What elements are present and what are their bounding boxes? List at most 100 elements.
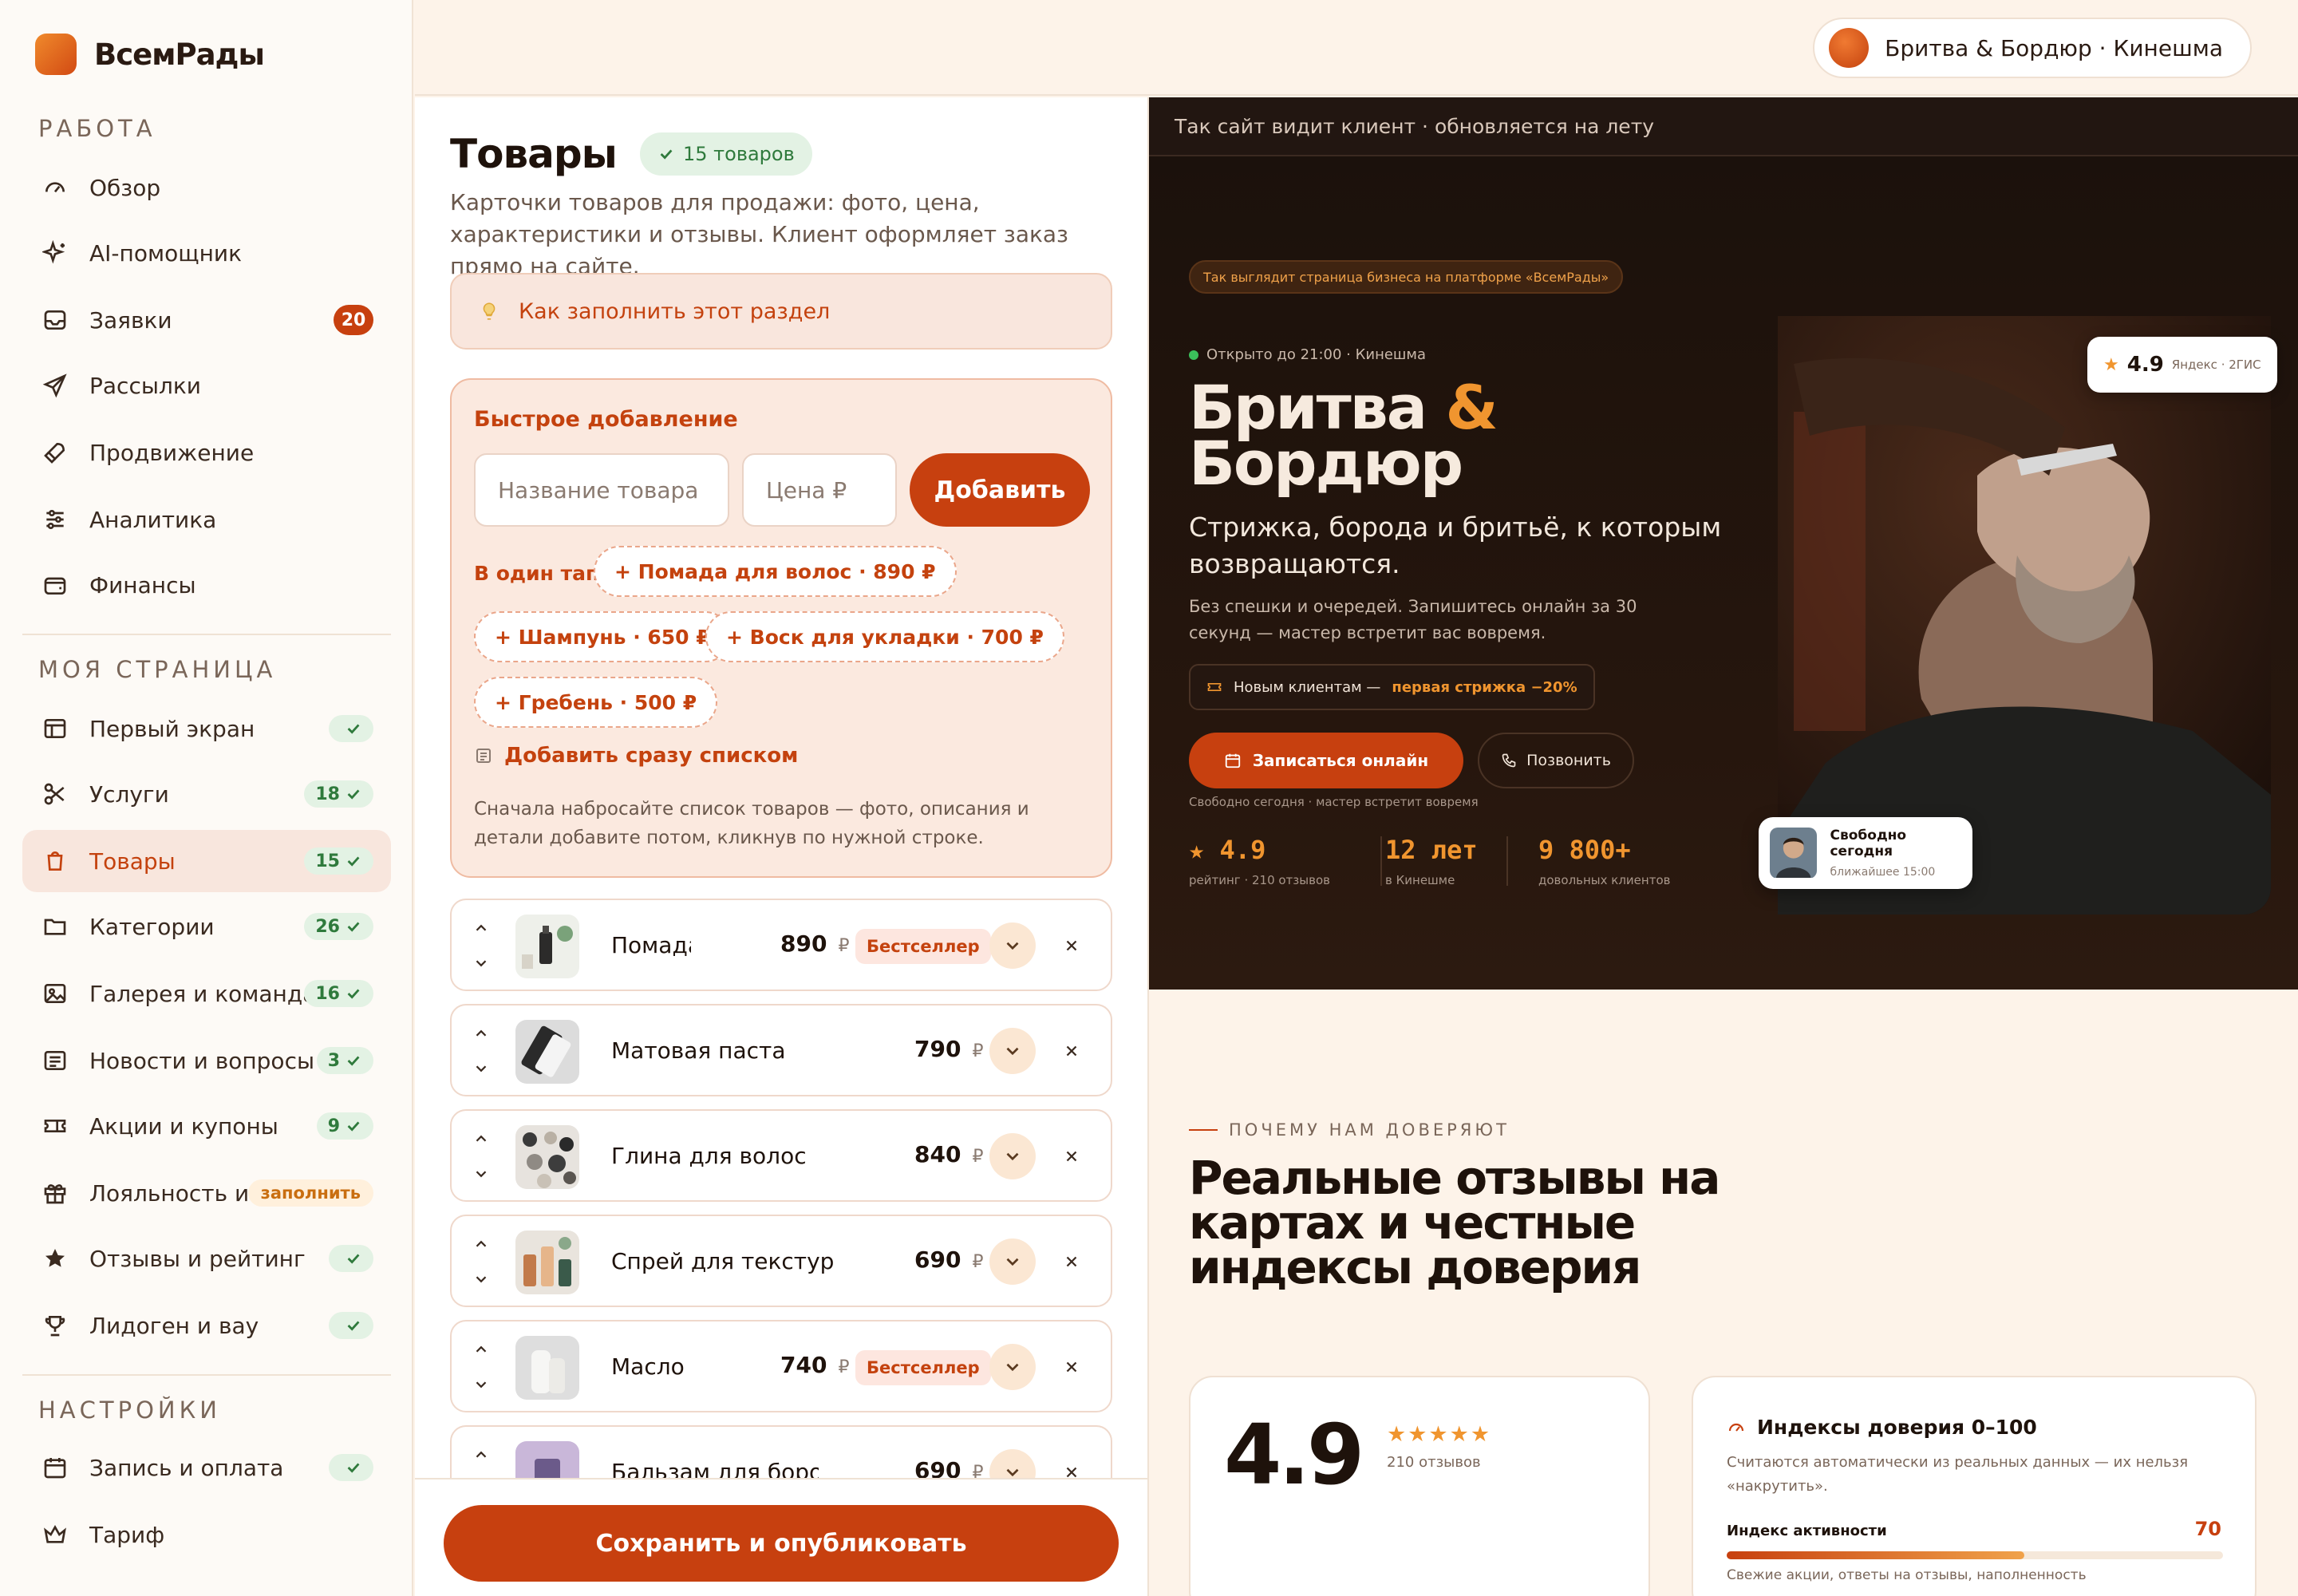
- sidebar-item-requests[interactable]: Заявки 20: [22, 289, 391, 351]
- product-price: 690 ₽: [914, 1246, 983, 1273]
- requests-count-badge: 20: [334, 305, 373, 335]
- sidebar-item-products[interactable]: Товары 15: [22, 830, 391, 892]
- badge-count: 3: [327, 1050, 340, 1071]
- sidebar-item-services[interactable]: Услуги 18: [22, 763, 391, 825]
- sidebar-item-tariff[interactable]: Тариф: [22, 1503, 391, 1566]
- activity-index-note: Свежие акции, ответы на отзывы, наполнен…: [1727, 1567, 2087, 1583]
- call-button[interactable]: Позвонить: [1478, 733, 1634, 788]
- quick-add-title: Быстрое добавление: [474, 407, 738, 432]
- free-slot-card[interactable]: Свободно сегодня ближайшее 15:00: [1759, 817, 1972, 889]
- sidebar-item-overview[interactable]: Обзор: [22, 156, 391, 219]
- check-icon: [347, 1121, 360, 1132]
- sidebar-item-first-screen[interactable]: Первый экран: [22, 697, 391, 760]
- expand-button[interactable]: [989, 1133, 1036, 1179]
- reorder-handle[interactable]: [472, 919, 493, 972]
- sidebar-item-promotion[interactable]: Продвижение: [22, 421, 391, 484]
- why-trust-title: Реальные отзывы на картах и честные инде…: [1189, 1151, 1720, 1294]
- chevron-down-icon: [1006, 1152, 1019, 1161]
- quick-chip[interactable]: + Воск для укладки · 700 ₽: [705, 611, 1064, 662]
- book-online-button[interactable]: Записаться онлайн: [1189, 733, 1463, 788]
- rating-source: Яндекс · 2ГИС: [2171, 358, 2261, 372]
- activity-index-value: 70: [2194, 1518, 2221, 1540]
- product-row[interactable]: Глина для волос 840 ₽: [450, 1109, 1112, 1202]
- price-value: 890: [780, 930, 827, 957]
- status-badge: 9: [316, 1112, 373, 1140]
- currency-sign: ₽: [972, 1041, 984, 1061]
- add-product-button[interactable]: Добавить: [910, 453, 1090, 527]
- sidebar-item-label: Продвижение: [89, 439, 255, 466]
- rating-card: 4.9 ★★★★★ 210 отзывов: [1189, 1376, 1650, 1596]
- delete-button[interactable]: [1055, 1140, 1088, 1173]
- check-icon: [347, 724, 360, 734]
- brand-logo[interactable]: ВсемРады: [35, 34, 265, 75]
- products-count-badge: 15 товаров: [640, 132, 812, 176]
- product-name-input[interactable]: Название товара: [474, 453, 729, 527]
- chevron-up-icon: [476, 1029, 487, 1037]
- open-status-dot: [1189, 350, 1198, 360]
- stat-value: ★ 4.9: [1189, 835, 1266, 865]
- expand-button[interactable]: [989, 922, 1036, 969]
- sidebar-item-promos[interactable]: Акции и купоны 9: [22, 1095, 391, 1157]
- sidebar-item-reviews[interactable]: Отзывы и рейтинг: [22, 1227, 391, 1290]
- rocket-icon: [41, 439, 69, 466]
- check-icon: [347, 1463, 360, 1473]
- stat-years: 12 лет в Кинешме: [1385, 835, 1478, 887]
- reorder-handle[interactable]: [472, 1341, 493, 1393]
- page-title: Товары: [450, 131, 618, 177]
- chevron-down-icon: [476, 1065, 487, 1073]
- sidebar-item-label: Акции и купоны: [89, 1112, 278, 1140]
- product-thumbnail: [515, 1020, 579, 1084]
- open-status: Открыто до 21:00 · Кинешма: [1189, 346, 1426, 363]
- delete-button[interactable]: [1055, 1034, 1088, 1068]
- quick-chip[interactable]: + Шампунь · 650 ₽: [474, 611, 731, 662]
- business-name: Бритва & Бордюр · Кинешма: [1885, 34, 2223, 61]
- sidebar-item-label: Отзывы и рейтинг: [89, 1245, 306, 1272]
- brand-name: ВсемРады: [94, 37, 265, 72]
- sidebar-item-mailing[interactable]: Рассылки: [22, 354, 391, 417]
- stat-label: рейтинг · 210 отзывов: [1189, 873, 1330, 887]
- sidebar-item-finance[interactable]: Финансы: [22, 554, 391, 616]
- status-badge: 26: [304, 913, 373, 940]
- check-icon: [347, 789, 360, 800]
- product-price-input[interactable]: Цена ₽: [742, 453, 897, 527]
- sidebar-item-label: Аналитика: [89, 506, 217, 533]
- reorder-handle[interactable]: [472, 1025, 493, 1077]
- reorder-handle[interactable]: [472, 1235, 493, 1288]
- preview-caption: Так сайт видит клиент · обновляется на л…: [1149, 97, 2298, 156]
- product-row[interactable]: Помада 890 ₽ Бестселлер: [450, 899, 1112, 991]
- quick-chip[interactable]: + Гребень · 500 ₽: [474, 677, 718, 728]
- sidebar-item-categories[interactable]: Категории 26: [22, 895, 391, 958]
- delete-button[interactable]: [1055, 1245, 1088, 1278]
- expand-button[interactable]: [989, 1238, 1036, 1285]
- save-publish-button[interactable]: Сохранить и опубликовать: [444, 1505, 1119, 1582]
- delete-button[interactable]: [1055, 929, 1088, 962]
- business-switcher[interactable]: Бритва & Бордюр · Кинешма: [1813, 18, 2252, 78]
- expand-button[interactable]: [989, 1028, 1036, 1074]
- sidebar-item-news[interactable]: Новости и вопросы 3: [22, 1029, 391, 1092]
- badge-count: 16: [315, 983, 340, 1004]
- sidebar: ВсемРады Работа Обзор AI-помощник Заявки…: [0, 0, 413, 1596]
- close-icon: [1066, 940, 1077, 951]
- sidebar-item-label: Галерея и команда: [89, 980, 317, 1007]
- chevron-up-icon: [476, 1451, 487, 1458]
- sidebar-item-booking[interactable]: Запись и оплата: [22, 1436, 391, 1499]
- add-as-list-button[interactable]: Добавить сразу списком: [474, 744, 798, 768]
- expand-button[interactable]: [989, 1344, 1036, 1390]
- product-row[interactable]: Масло 740 ₽ Бестселлер: [450, 1320, 1112, 1412]
- reorder-handle[interactable]: [472, 1130, 493, 1183]
- product-row[interactable]: Спрей для текстур 690 ₽: [450, 1215, 1112, 1307]
- product-name: Матовая паста: [611, 1037, 786, 1064]
- section-title-page: Моя страница: [38, 656, 277, 683]
- activity-index-fill: [1727, 1551, 2025, 1559]
- product-name: Масло: [611, 1353, 685, 1380]
- quick-chip[interactable]: + Помада для волос · 890 ₽: [594, 546, 957, 597]
- product-row[interactable]: Матовая паста 790 ₽: [450, 1004, 1112, 1096]
- sidebar-item-analytics[interactable]: Аналитика: [22, 488, 391, 551]
- sidebar-item-ai[interactable]: AI-помощник: [22, 222, 391, 284]
- sidebar-item-leadgen[interactable]: Лидоген и вау: [22, 1294, 391, 1357]
- chevron-up-icon: [476, 1240, 487, 1247]
- help-hint[interactable]: Как заполнить этот раздел: [450, 273, 1112, 350]
- sidebar-item-gallery[interactable]: Галерея и команда 16: [22, 962, 391, 1025]
- delete-button[interactable]: [1055, 1350, 1088, 1384]
- sidebar-item-loyalty[interactable]: Лояльность и... заполнить: [22, 1162, 391, 1224]
